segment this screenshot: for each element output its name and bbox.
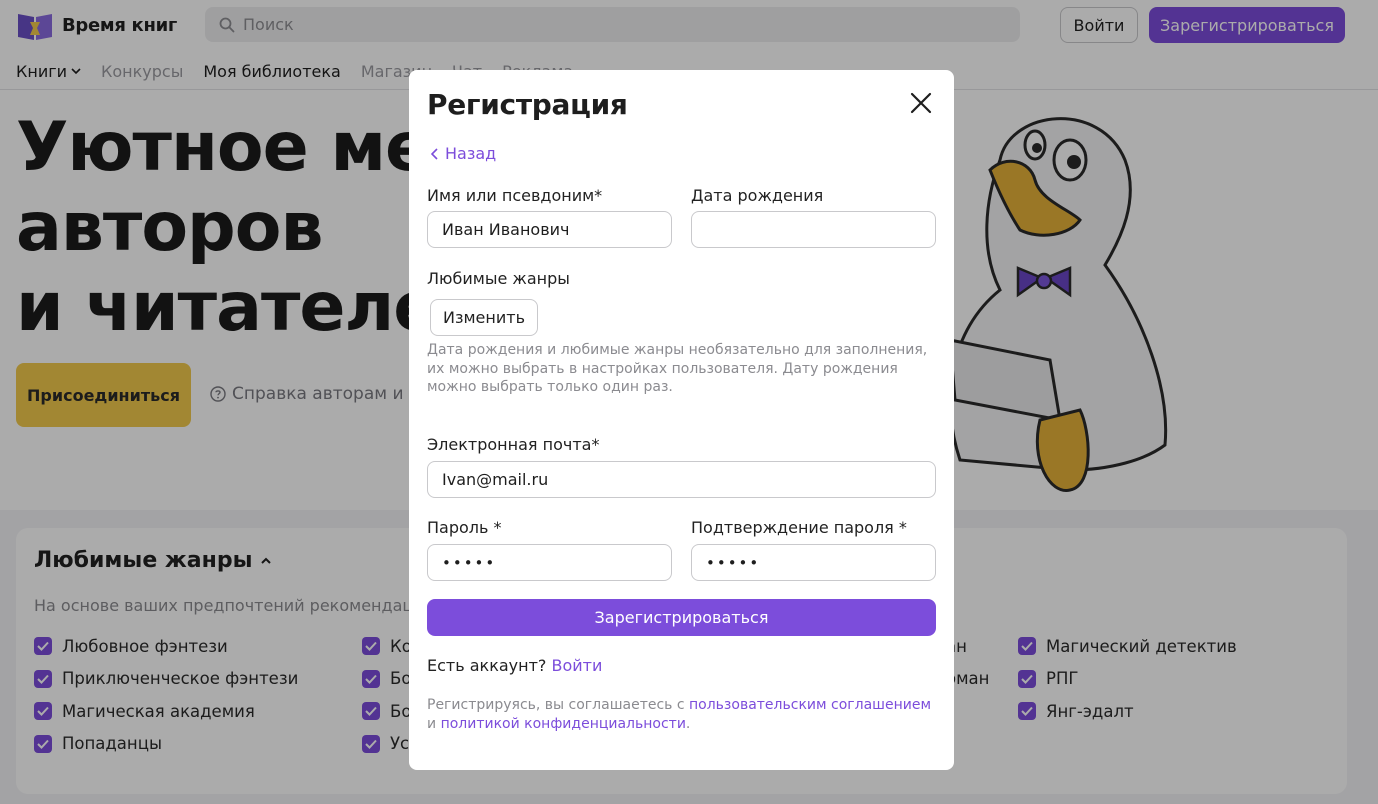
have-account-row: Есть аккаунт? Войти	[427, 656, 602, 675]
password-field[interactable]: •••••	[427, 544, 672, 581]
chevron-left-icon	[431, 147, 438, 160]
close-icon[interactable]	[909, 91, 933, 115]
user-agreement-link[interactable]: пользовательским соглашением	[689, 697, 931, 713]
email-label: Электронная почта*	[427, 435, 600, 454]
change-genres-button[interactable]: Изменить	[430, 299, 538, 336]
optional-fields-hint: Дата рождения и любимые жанры необязател…	[427, 342, 928, 395]
privacy-policy-link[interactable]: политикой конфиденциальности	[441, 716, 686, 732]
terms-text: Регистрируясь, вы соглашаетесь с пользов…	[427, 696, 932, 734]
login-link[interactable]: Войти	[552, 656, 603, 675]
terms-and: и	[427, 716, 437, 732]
back-link-label: Назад	[445, 144, 497, 163]
password-label: Пароль *	[427, 518, 502, 537]
have-account-text: Есть аккаунт?	[427, 656, 547, 675]
back-link[interactable]: Назад	[431, 144, 496, 163]
registration-modal: Регистрация Назад Имя или псевдоним* Ива…	[409, 70, 954, 770]
genres-label: Любимые жанры	[427, 269, 570, 288]
confirm-password-label: Подтверждение пароля *	[691, 518, 907, 537]
name-label: Имя или псевдоним*	[427, 186, 603, 205]
terms-end: .	[685, 716, 691, 732]
terms-prefix: Регистрируясь, вы соглашаетесь с	[427, 697, 685, 713]
name-field[interactable]: Иван Иванович	[427, 211, 672, 248]
birth-date-label: Дата рождения	[691, 186, 824, 205]
submit-register-button[interactable]: Зарегистрироваться	[427, 599, 936, 636]
email-field[interactable]: Ivan@mail.ru	[427, 461, 936, 498]
birth-date-field[interactable]	[691, 211, 936, 248]
modal-title: Регистрация	[427, 88, 628, 121]
confirm-password-field[interactable]: •••••	[691, 544, 936, 581]
